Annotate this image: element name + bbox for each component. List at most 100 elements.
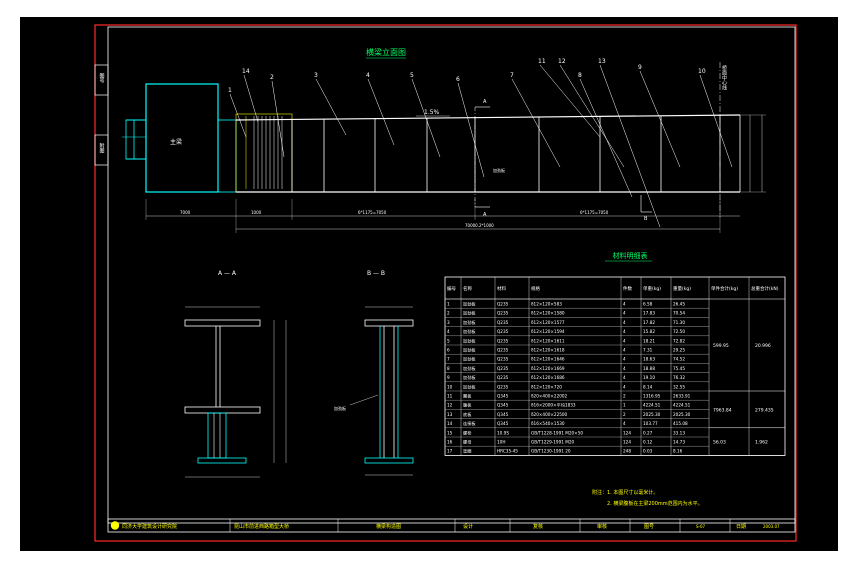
table-cell: 7.31 bbox=[643, 348, 653, 353]
table-cell: 76.32 bbox=[673, 375, 685, 380]
table-cell: 4 bbox=[623, 338, 626, 343]
drawing-name: 横梁构造图 bbox=[376, 523, 401, 530]
institute-logo bbox=[110, 521, 120, 530]
table-cell: δ12×120×1577 bbox=[531, 320, 565, 325]
table-header-3: 规格 bbox=[531, 285, 540, 292]
table-cell: 连接板 bbox=[463, 420, 476, 427]
group-unit-total-0: 599.95 bbox=[713, 343, 729, 349]
stiffener-callout: 加劲板 bbox=[493, 167, 505, 173]
callout-0: 1 bbox=[228, 87, 232, 94]
table-cell: 17.83 bbox=[643, 311, 655, 316]
table-cell: 33.13 bbox=[673, 430, 685, 435]
table-cell: 16 bbox=[447, 440, 453, 445]
drawing-sheet: 图号 附图 横梁立面图 主梁 1.5% A A 加劲板 B 桥面中心线 1142… bbox=[94, 24, 797, 542]
table-cell: Q235 bbox=[497, 338, 509, 343]
table-cell: 72.50 bbox=[673, 329, 685, 334]
table-cell: Q235 bbox=[497, 375, 509, 380]
table-cell: 74.52 bbox=[673, 357, 685, 362]
table-cell: 19.10 bbox=[643, 375, 655, 380]
table-cell: δ12×120×1580 bbox=[531, 311, 565, 316]
table-cell: Q345 bbox=[497, 403, 509, 408]
table-cell: δ16×2000×平均1833 bbox=[531, 402, 576, 409]
section-b-title: B — B bbox=[367, 270, 385, 277]
design-label: 设计 bbox=[463, 523, 473, 530]
table-cell: δ16×540×1530 bbox=[531, 421, 565, 426]
date-label: 日期 bbox=[736, 524, 746, 530]
table-cell: 4 bbox=[623, 421, 626, 426]
table-cell: 加劲板 bbox=[463, 310, 476, 317]
table-cell: Q235 bbox=[497, 329, 509, 334]
table-header-4: 件数 bbox=[623, 285, 632, 292]
callout-group: 1 14 2 3 4 5 6 7 11 12 8 13 9 10 bbox=[228, 58, 733, 228]
slope-label: 1.5% bbox=[424, 109, 440, 116]
table-cell: 6.58 bbox=[643, 302, 653, 307]
table-cell: 2 bbox=[623, 394, 626, 399]
table-cell: 8.14 bbox=[643, 384, 653, 389]
callout-11: 13 bbox=[598, 58, 606, 65]
table-cell: 4 bbox=[623, 357, 626, 362]
table-cell: Q345 bbox=[497, 412, 509, 417]
table-cell: 加劲板 bbox=[463, 337, 476, 344]
table-cell: 4 bbox=[623, 320, 626, 325]
table-cell: 0.27 bbox=[643, 430, 653, 435]
table-cell: 螺母 bbox=[463, 439, 471, 446]
table-cell: δ12×120×1618 bbox=[531, 348, 565, 353]
table-cell: 13 bbox=[447, 412, 453, 417]
main-girder-label: 主梁 bbox=[170, 138, 182, 146]
group-unit-total-1: 7963.84 bbox=[713, 407, 732, 413]
callout-13: 10 bbox=[698, 68, 706, 75]
callout-1: 14 bbox=[242, 68, 250, 75]
table-cell: 腹板 bbox=[463, 402, 472, 409]
table-cell: 2 bbox=[623, 412, 626, 417]
dim-bottom-1: 7000 bbox=[180, 210, 191, 215]
side-tab-bottom-text: 附图 bbox=[99, 142, 105, 154]
table-cell: 248 bbox=[623, 449, 631, 454]
table-cell: 10 bbox=[447, 384, 453, 389]
table-cell: 18.88 bbox=[643, 366, 655, 371]
table-cell: 底板 bbox=[463, 411, 472, 418]
drawing-no: S-07 bbox=[696, 524, 706, 529]
table-cell: 加劲板 bbox=[463, 356, 476, 363]
check-label: 复核 bbox=[533, 523, 543, 530]
callout-3: 3 bbox=[314, 72, 318, 79]
institute-name: 同济大学建筑设计研究院 bbox=[122, 523, 177, 530]
section-a-top: A bbox=[483, 99, 487, 105]
table-cell: 17 bbox=[447, 449, 453, 454]
table-cell: δ12×120×1646 bbox=[531, 357, 565, 362]
table-cell: 72.82 bbox=[673, 338, 685, 343]
callout-8: 11 bbox=[538, 58, 546, 65]
table-cell: 2633.91 bbox=[673, 394, 691, 399]
group-total-1: 279.435 bbox=[755, 407, 774, 413]
dim-bottom-3: 6*1175=7050 bbox=[358, 210, 387, 215]
table-cell: 14.73 bbox=[673, 440, 685, 445]
table-cell: 2 bbox=[447, 311, 450, 316]
table-cell: 18.63 bbox=[643, 357, 655, 362]
table-cell: GB/T1229-1991 M20 bbox=[531, 440, 575, 445]
cad-viewport[interactable]: 图号 附图 横梁立面图 主梁 1.5% A A 加劲板 B 桥面中心线 1 14… bbox=[20, 17, 838, 551]
table-cell: δ20×400×22500 bbox=[531, 412, 568, 417]
table-cell: 75.45 bbox=[673, 366, 685, 371]
table-cell: 15.82 bbox=[643, 329, 655, 334]
table-cell: 7 bbox=[447, 357, 450, 362]
section-a-bottom: A bbox=[483, 212, 487, 218]
table-cell: 加劲板 bbox=[463, 374, 476, 381]
table-cell: 4 bbox=[623, 384, 626, 389]
table-cell: 15 bbox=[447, 430, 453, 435]
table-cell: 4 bbox=[447, 329, 450, 334]
table-cell: 0.03 bbox=[643, 449, 653, 454]
table-cell: 11 bbox=[447, 394, 453, 399]
table-cell: 螺栓 bbox=[463, 429, 472, 436]
table-cell: 8 bbox=[447, 366, 450, 371]
table-cell: 8.16 bbox=[673, 449, 683, 454]
table-title: 材料明细表 bbox=[613, 251, 648, 260]
elevation-title: 横梁立面图 bbox=[366, 47, 406, 57]
table-header-0: 编号 bbox=[447, 285, 456, 292]
table-cell: 415.08 bbox=[673, 421, 688, 426]
group-total-0: 20.996 bbox=[755, 343, 771, 349]
drawing-frame bbox=[94, 24, 797, 542]
table-cell: 17.82 bbox=[643, 320, 655, 325]
table-cell: 4 bbox=[623, 329, 626, 334]
table-header-2: 材料 bbox=[497, 285, 506, 292]
section-b-drawing: 加劲板 bbox=[334, 306, 414, 476]
group-total-2: 1.962 bbox=[755, 440, 768, 446]
